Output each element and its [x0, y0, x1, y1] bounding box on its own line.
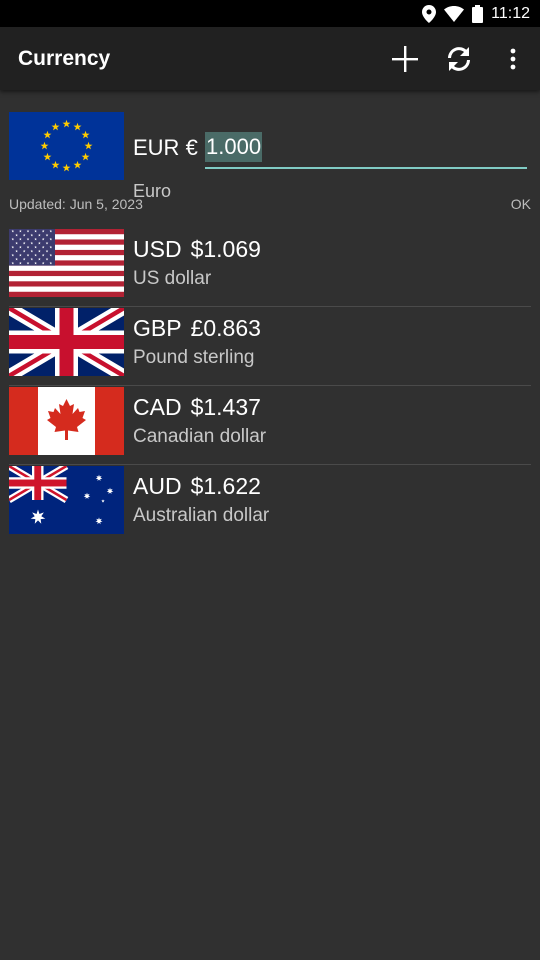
refresh-icon	[448, 46, 470, 71]
update-status-text: OK	[510, 196, 531, 212]
currency-row-aud[interactable]: AUD $1.622 Australian dollar	[9, 465, 531, 544]
currency-name: US dollar	[133, 268, 212, 289]
amount-input[interactable]: 1.000	[205, 129, 527, 169]
base-currency-row[interactable]: EUR € 1.000 Euro	[9, 111, 531, 201]
updated-date: Updated: Jun 5, 2023	[9, 196, 143, 212]
currency-rate: AUD $1.622	[133, 473, 261, 499]
more-options-button[interactable]	[486, 27, 540, 90]
currency-name: Australian dollar	[133, 505, 270, 526]
wifi-icon	[444, 5, 465, 22]
australia-flag-icon	[9, 466, 124, 534]
us-flag-icon	[9, 229, 124, 297]
currency-row-usd[interactable]: USD $1.069 US dollar	[9, 228, 531, 307]
add-button[interactable]	[378, 27, 432, 90]
status-bar: 11:12	[0, 0, 540, 27]
base-currency-label: EUR €	[133, 135, 198, 160]
currency-row-cad[interactable]: CAD $1.437 Canadian dollar	[9, 386, 531, 465]
currency-name: Canadian dollar	[133, 426, 267, 447]
status-time: 11:12	[491, 4, 530, 22]
page-title: Currency	[18, 46, 111, 70]
app-bar: Currency	[0, 27, 540, 90]
currency-name: Pound sterling	[133, 347, 255, 368]
location-icon	[422, 4, 437, 23]
more-vert-icon	[510, 48, 516, 69]
eu-flag-icon	[9, 112, 124, 180]
currency-row-gbp[interactable]: GBP £0.863 Pound sterling	[9, 307, 531, 386]
add-icon	[392, 45, 418, 72]
currency-rate: USD $1.069	[133, 236, 261, 262]
uk-flag-icon	[9, 308, 124, 376]
amount-value[interactable]: 1.000	[205, 132, 263, 162]
canada-flag-icon	[9, 387, 124, 455]
battery-icon	[472, 4, 484, 23]
update-status: Updated: Jun 5, 2023 OK	[9, 196, 531, 212]
refresh-button[interactable]	[432, 27, 486, 90]
currency-rate: CAD $1.437	[133, 394, 261, 420]
currency-rate: GBP £0.863	[133, 315, 261, 341]
